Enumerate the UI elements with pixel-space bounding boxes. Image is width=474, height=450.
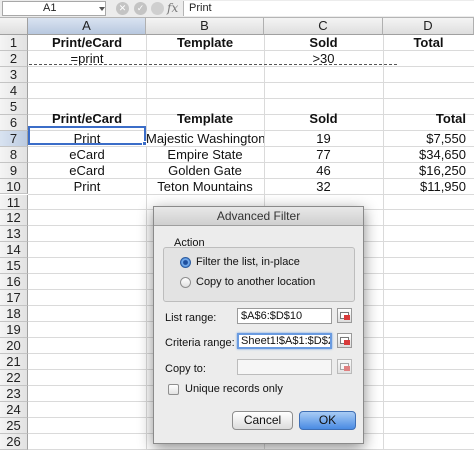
row-header-25[interactable]: 25 — [0, 417, 28, 434]
fill-handle[interactable] — [142, 141, 147, 146]
range-picker-marker — [344, 366, 350, 371]
row-header-8[interactable]: 8 — [0, 146, 28, 163]
cell-c6[interactable]: Sold — [264, 111, 383, 127]
column-header-b[interactable]: B — [146, 18, 264, 35]
cell-c8[interactable]: 77 — [264, 147, 383, 163]
copy-to-field[interactable] — [237, 359, 332, 375]
row-header-10[interactable]: 10 — [0, 178, 28, 195]
copy-to-picker-button[interactable] — [337, 359, 352, 374]
column-header-a[interactable]: A — [28, 18, 146, 35]
dialog-title: Advanced Filter — [154, 207, 363, 226]
radio-filter-in-place[interactable] — [180, 257, 191, 268]
cell-d10[interactable]: $11,950 — [383, 179, 474, 195]
cell-a6[interactable]: Print/eCard — [28, 111, 146, 127]
criteria-range-marquee — [29, 51, 397, 65]
cell-d6[interactable]: Total — [383, 111, 474, 127]
list-range-picker-button[interactable] — [337, 308, 352, 323]
cell-d8[interactable]: $34,650 — [383, 147, 474, 163]
range-picker-marker — [344, 340, 350, 345]
criteria-range-picker-button[interactable] — [337, 333, 352, 348]
criteria-range-label: Criteria range: — [165, 337, 235, 349]
ok-button[interactable]: OK — [299, 411, 356, 430]
list-range-field[interactable]: $A$6:$D$10 — [237, 308, 332, 324]
row-header-16[interactable]: 16 — [0, 274, 28, 291]
active-cell-selection — [28, 126, 146, 145]
row-header-13[interactable]: 13 — [0, 226, 28, 243]
row-header-11[interactable]: 11 — [0, 194, 28, 211]
cell-c7[interactable]: 19 — [264, 131, 383, 147]
criteria-range-field[interactable]: Sheet1!$A$1:$D$2 — [237, 333, 332, 349]
cell-a1[interactable]: Print/eCard — [28, 35, 146, 51]
cell-d1[interactable]: Total — [383, 35, 474, 51]
cancel-icon[interactable]: ✕ — [116, 2, 129, 15]
cell-d9[interactable]: $16,250 — [383, 163, 474, 179]
row-header-3[interactable]: 3 — [0, 66, 28, 83]
row-header-17[interactable]: 17 — [0, 290, 28, 307]
cell-b6[interactable]: Template — [146, 111, 264, 127]
cell-a10[interactable]: Print — [28, 179, 146, 195]
row-header-18[interactable]: 18 — [0, 306, 28, 323]
column-header-d[interactable]: D — [383, 18, 474, 35]
radio-filter-in-place-label[interactable]: Filter the list, in-place — [196, 256, 300, 268]
radio-copy-to-location[interactable] — [180, 277, 191, 288]
row-header-9[interactable]: 9 — [0, 162, 28, 179]
confirm-icon[interactable]: ✓ — [134, 2, 147, 15]
cell-a9[interactable]: eCard — [28, 163, 146, 179]
row-header-15[interactable]: 15 — [0, 258, 28, 275]
row-header-4[interactable]: 4 — [0, 82, 28, 99]
row-header-5[interactable]: 5 — [0, 98, 28, 115]
row-header-20[interactable]: 20 — [0, 338, 28, 354]
row-header-23[interactable]: 23 — [0, 385, 28, 402]
row-header-24[interactable]: 24 — [0, 401, 28, 418]
row-header-12[interactable]: 12 — [0, 210, 28, 227]
row-header-1[interactable]: 1 — [0, 35, 28, 51]
row-header-6[interactable]: 6 — [0, 114, 28, 131]
cancel-button[interactable]: Cancel — [232, 411, 293, 430]
gridline-row — [28, 81, 474, 83]
cell-c1[interactable]: Sold — [264, 35, 383, 51]
cell-c10[interactable]: 32 — [264, 179, 383, 195]
gridline-column — [146, 35, 147, 450]
advanced-filter-dialog: Advanced Filter Action Filter the list, … — [153, 206, 364, 444]
cell-b9[interactable]: Golden Gate — [146, 163, 264, 179]
row-header-22[interactable]: 22 — [0, 369, 28, 386]
gridline-column — [383, 35, 384, 450]
gridline-row — [28, 97, 474, 99]
row-header-19[interactable]: 19 — [0, 322, 28, 339]
cell-b10[interactable]: Teton Mountains — [146, 179, 264, 195]
cell-b1[interactable]: Template — [146, 35, 264, 51]
row-header-7[interactable]: 7 — [0, 130, 28, 147]
chevron-down-icon[interactable] — [99, 7, 105, 11]
list-range-label: List range: — [165, 312, 217, 324]
name-box[interactable]: A1 — [2, 1, 106, 16]
row-header-21[interactable]: 21 — [0, 354, 28, 370]
cell-c9[interactable]: 46 — [264, 163, 383, 179]
radio-copy-to-location-label[interactable]: Copy to another location — [196, 276, 315, 288]
cell-d7[interactable]: $7,550 — [383, 131, 474, 147]
name-box-value: A1 — [43, 2, 57, 14]
row-header-26[interactable]: 26 — [0, 433, 28, 450]
row-header-14[interactable]: 14 — [0, 242, 28, 259]
formula-bar: A1 ✕ ✓ fx Print — [0, 0, 474, 18]
unique-records-checkbox[interactable] — [168, 384, 179, 395]
function-circle-icon[interactable] — [151, 2, 164, 15]
range-picker-marker — [344, 315, 350, 320]
cell-a8[interactable]: eCard — [28, 147, 146, 163]
column-header-c[interactable]: C — [264, 18, 383, 35]
cell-b8[interactable]: Empire State — [146, 147, 264, 163]
unique-records-label[interactable]: Unique records only — [185, 383, 283, 395]
copy-to-label: Copy to: — [165, 363, 206, 375]
action-group: Filter the list, in-place Copy to anothe… — [163, 247, 355, 302]
cell-b7[interactable]: Majestic Washington — [146, 131, 264, 147]
fx-icon[interactable]: fx — [167, 1, 178, 15]
row-header-2[interactable]: 2 — [0, 50, 28, 67]
select-all-corner[interactable] — [0, 18, 28, 35]
formula-input[interactable]: Print — [183, 1, 474, 16]
